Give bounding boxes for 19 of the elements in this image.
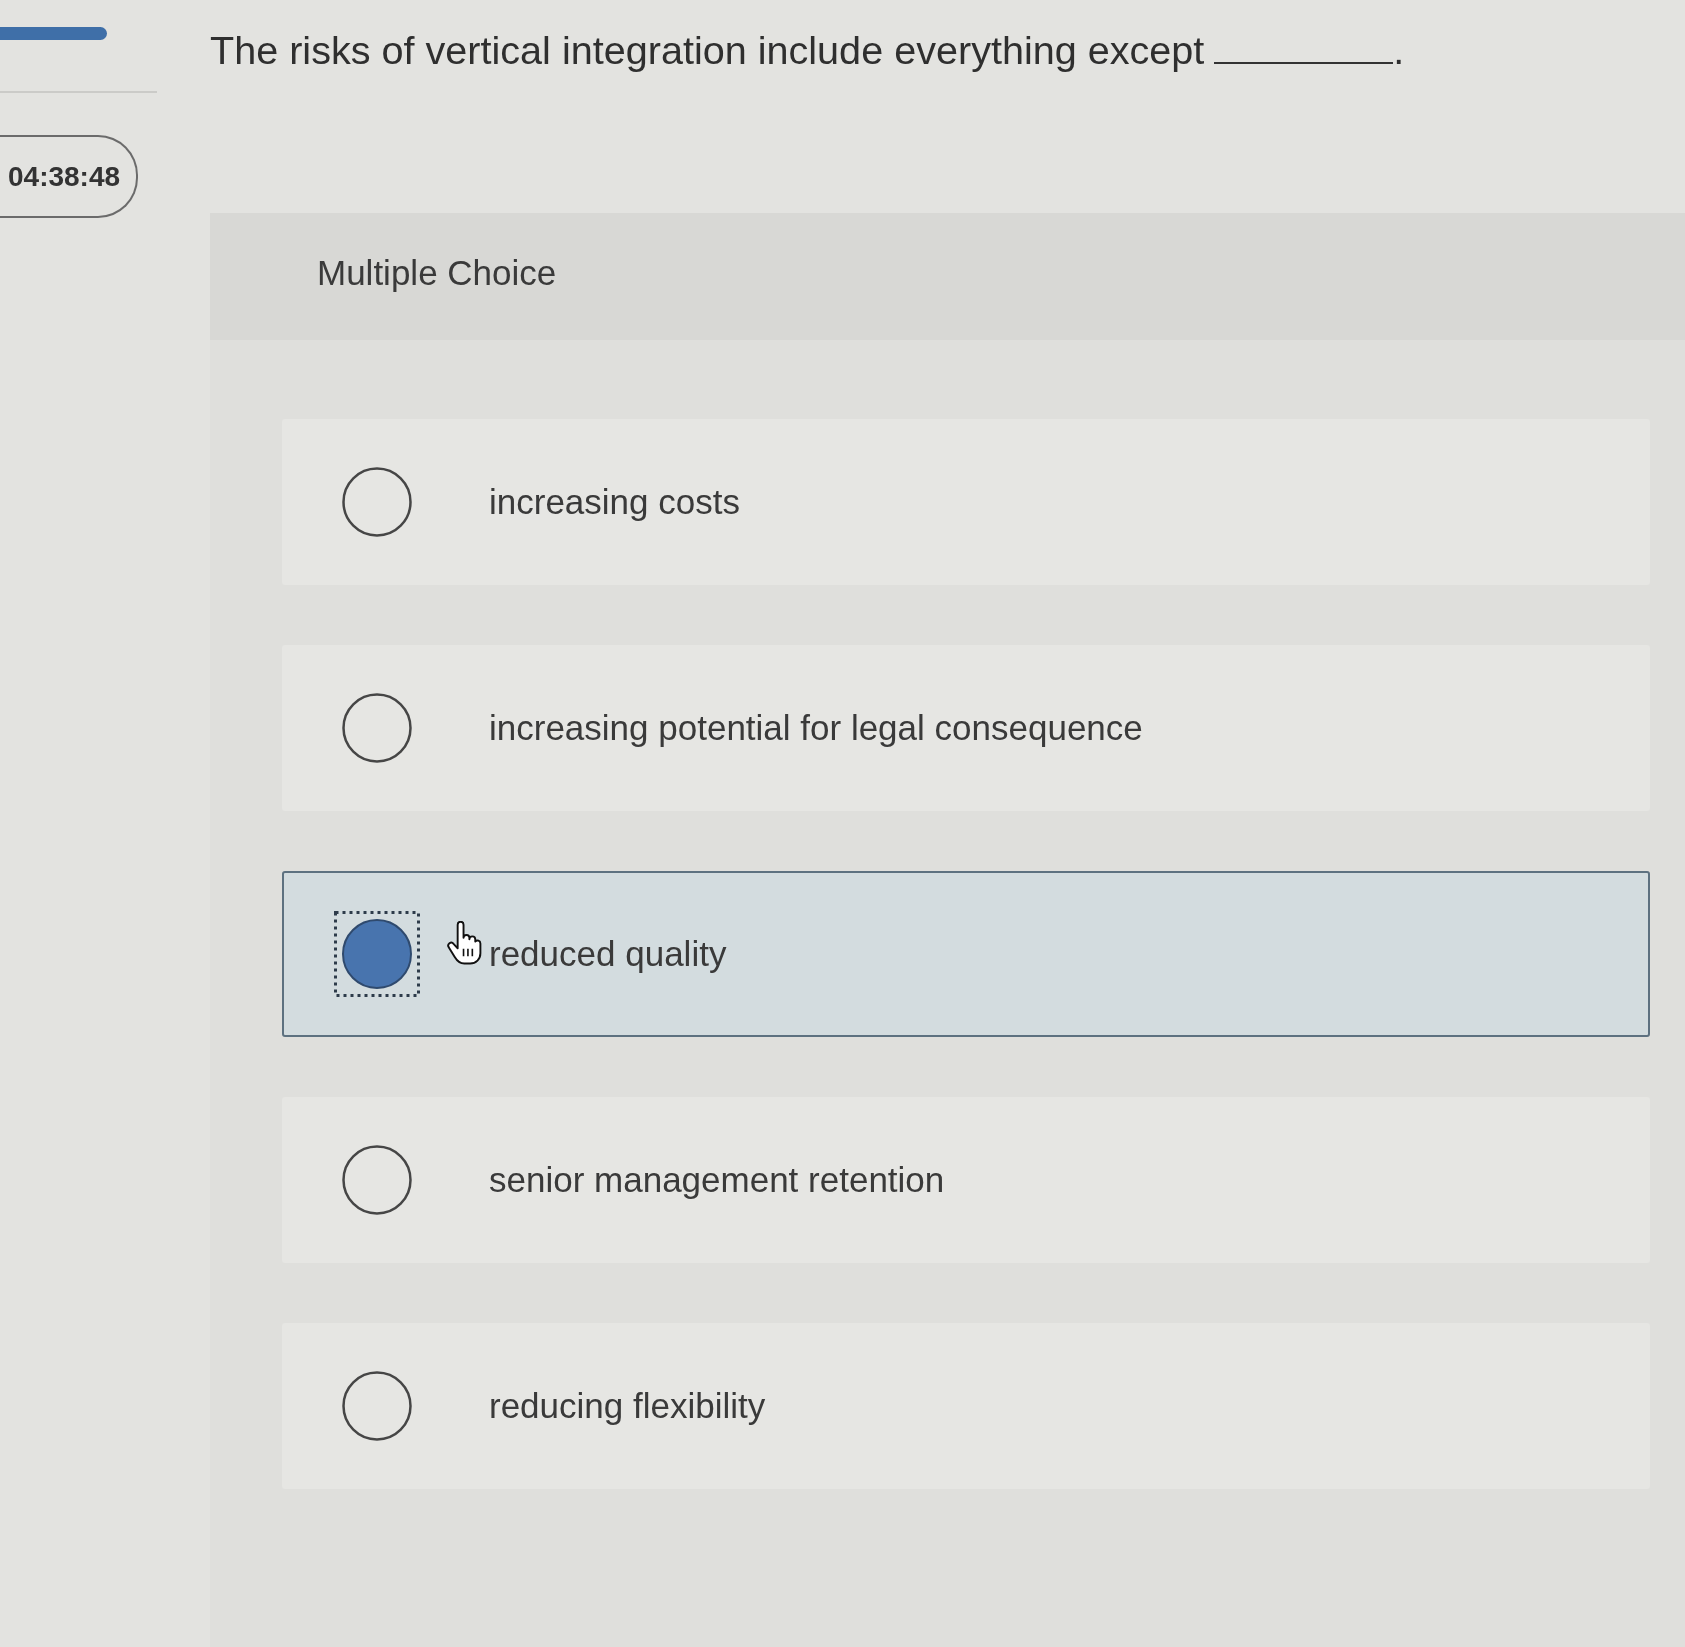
answer-option[interactable]: reduced quality bbox=[282, 871, 1650, 1037]
question-type: Multiple Choice bbox=[317, 253, 557, 292]
answer-option[interactable]: senior management retention bbox=[282, 1097, 1650, 1263]
answer-option[interactable]: increasing costs bbox=[282, 419, 1650, 585]
radio-button[interactable] bbox=[342, 1145, 412, 1215]
timer: 04:38:48 bbox=[0, 135, 138, 218]
option-label: reduced quality bbox=[489, 934, 727, 974]
option-label: increasing potential for legal consequence bbox=[489, 708, 1143, 748]
option-label: increasing costs bbox=[489, 482, 740, 522]
option-label: senior management retention bbox=[489, 1160, 945, 1200]
question-text: The risks of vertical integration include everything except bbox=[210, 28, 1205, 73]
radio-button[interactable] bbox=[342, 693, 412, 763]
radio-button[interactable] bbox=[334, 911, 420, 997]
answer-option[interactable]: reducing flexibility bbox=[282, 1323, 1650, 1489]
option-label: reducing flexibility bbox=[489, 1386, 766, 1426]
radio-button[interactable] bbox=[342, 1371, 412, 1441]
radio-button[interactable] bbox=[342, 467, 412, 537]
answer-option[interactable]: increasing potential for legal consequence bbox=[282, 645, 1650, 811]
question-period: . bbox=[1393, 28, 1405, 73]
